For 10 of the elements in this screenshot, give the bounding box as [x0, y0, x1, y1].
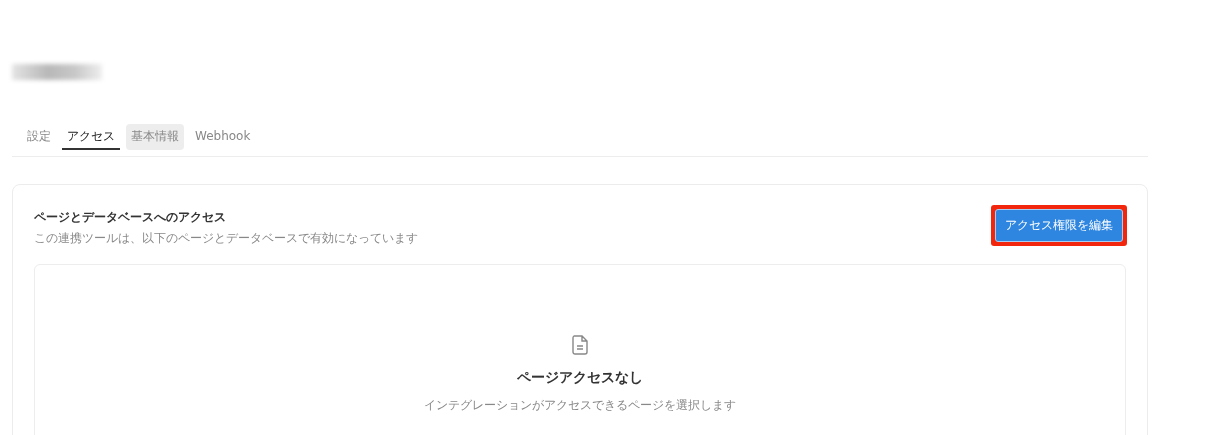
edit-access-button[interactable]: アクセス権限を編集 [995, 209, 1123, 242]
document-icon [572, 335, 588, 355]
empty-description: インテグレーションがアクセスできるページを選択します [424, 397, 736, 414]
card-description: この連携ツールは、以下のページとデータベースで有効になっています [34, 230, 418, 247]
empty-title: ページアクセスなし [517, 369, 643, 387]
tab[interactable]: Webhook [190, 124, 256, 150]
tab[interactable]: 設定 [22, 124, 56, 150]
tab[interactable]: アクセス [62, 124, 120, 150]
card-title: ページとデータベースへのアクセス [34, 209, 227, 226]
tab[interactable]: 基本情報 [126, 124, 184, 150]
